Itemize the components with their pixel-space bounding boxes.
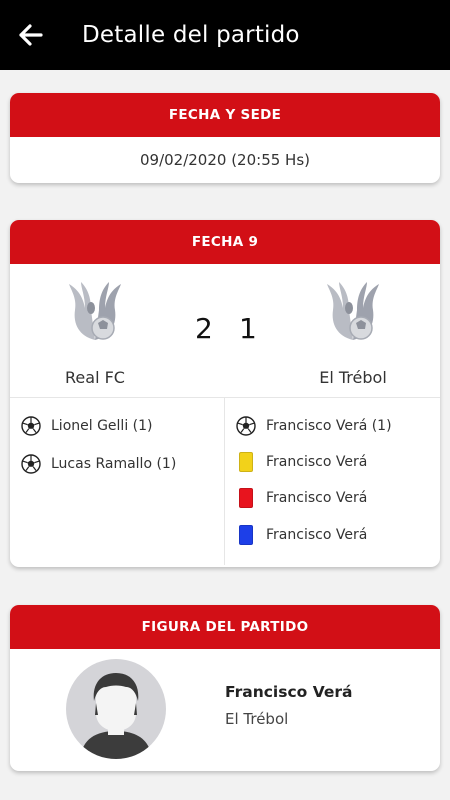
phoenix-crest-icon <box>69 282 121 340</box>
home-team[interactable]: Real FC <box>20 280 170 387</box>
event-text: Francisco Verá <box>266 527 368 543</box>
event-text: Francisco Verá <box>266 454 368 470</box>
event-text: Francisco Verá <box>266 490 368 506</box>
away-event-red-card: Francisco Verá <box>236 488 367 508</box>
back-button[interactable] <box>16 20 46 50</box>
away-score: 1 <box>239 312 257 345</box>
phoenix-crest-icon <box>327 282 379 340</box>
venue-card-header: FECHA Y SEDE <box>10 93 440 137</box>
yellow-card-icon <box>239 452 253 472</box>
page-title: Detalle del partido <box>82 22 300 48</box>
arrow-left-icon <box>19 24 43 46</box>
player-team: El Trébol <box>225 710 289 728</box>
scoreboard: Real FC 2 1 El Trébol <box>10 264 440 398</box>
home-score: 2 <box>195 312 213 345</box>
away-team[interactable]: El Trébol <box>278 280 428 387</box>
home-team-name: Real FC <box>65 368 125 387</box>
red-card-icon <box>239 488 253 508</box>
event-text: Francisco Verá (1) <box>266 418 392 434</box>
figure-card: FIGURA DEL PARTIDO Francisco Verá El Tré… <box>10 605 440 771</box>
soccer-ball-icon <box>236 416 256 436</box>
events-divider <box>224 398 225 565</box>
home-event-goal: Lucas Ramallo (1) <box>21 454 176 474</box>
figure-card-header: FIGURA DEL PARTIDO <box>10 605 440 649</box>
match-events: Lionel Gelli (1) Lucas Ramallo (1) Franc… <box>10 398 440 565</box>
match-card: FECHA 9 Real FC 2 1 El Trébol Lionel Gel… <box>10 220 440 567</box>
player-avatar-icon <box>66 659 166 759</box>
venue-card: FECHA Y SEDE 09/02/2020 (20:55 Hs) <box>10 93 440 183</box>
blue-card-icon <box>239 525 253 545</box>
player-name: Francisco Verá <box>225 683 353 701</box>
match-card-header: FECHA 9 <box>10 220 440 264</box>
soccer-ball-icon <box>21 416 41 436</box>
away-team-name: El Trébol <box>319 368 387 387</box>
app-bar: Detalle del partido <box>0 0 450 70</box>
match-datetime: 09/02/2020 (20:55 Hs) <box>139 151 311 169</box>
figure-body[interactable]: Francisco Verá El Trébol <box>10 649 440 771</box>
soccer-ball-icon <box>21 454 41 474</box>
home-event-goal: Lionel Gelli (1) <box>21 416 153 436</box>
away-event-goal: Francisco Verá (1) <box>236 416 392 436</box>
away-event-yellow-card: Francisco Verá <box>236 452 367 472</box>
away-event-blue-card: Francisco Verá <box>236 525 367 545</box>
event-text: Lionel Gelli (1) <box>51 418 153 434</box>
event-text: Lucas Ramallo (1) <box>51 456 177 472</box>
